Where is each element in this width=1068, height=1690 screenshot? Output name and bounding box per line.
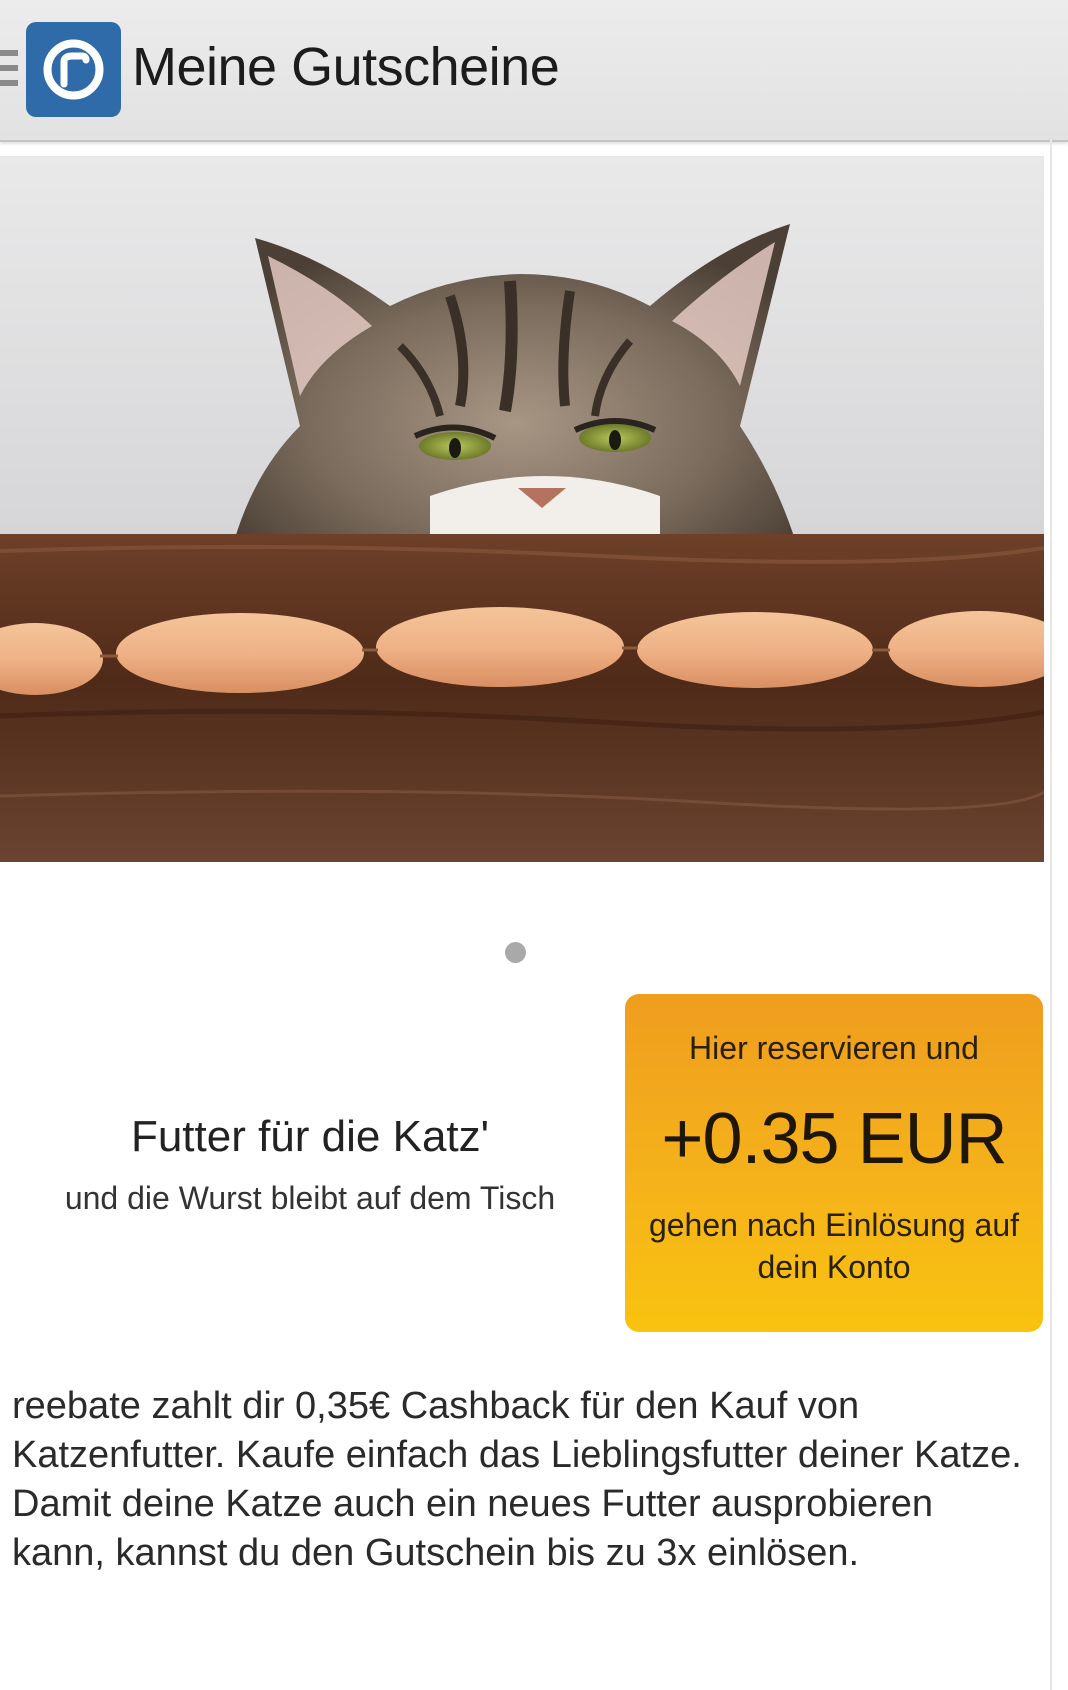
cashback-note: gehen nach Einlösung auf dein Konto [648, 1207, 1020, 1285]
reserve-label: Hier reservieren und [689, 1030, 979, 1066]
offer-description: reebate zahlt dir 0,35€ Cashback für den… [12, 1385, 1022, 1574]
page-title: Meine Gutscheine [132, 37, 560, 97]
hamburger-menu-icon[interactable] [0, 50, 20, 94]
content-border [1050, 140, 1052, 1690]
offer-subtitle: und die Wurst bleibt auf dem Tisch [64, 1180, 556, 1216]
carousel-indicator [0, 942, 1044, 964]
cashback-amount: +0.35 EUR [661, 1099, 1007, 1179]
reebate-logo-icon[interactable] [26, 22, 121, 117]
app-bar: Meine Gutscheine [0, 0, 1068, 142]
offer-title: Futter für die Katz' [130, 1112, 490, 1161]
carousel-dot[interactable] [505, 942, 526, 963]
reserve-cashback-button[interactable]: Hier reservieren und +0.35 EUR gehen nac… [625, 994, 1043, 1332]
offer-image [0, 156, 1044, 862]
